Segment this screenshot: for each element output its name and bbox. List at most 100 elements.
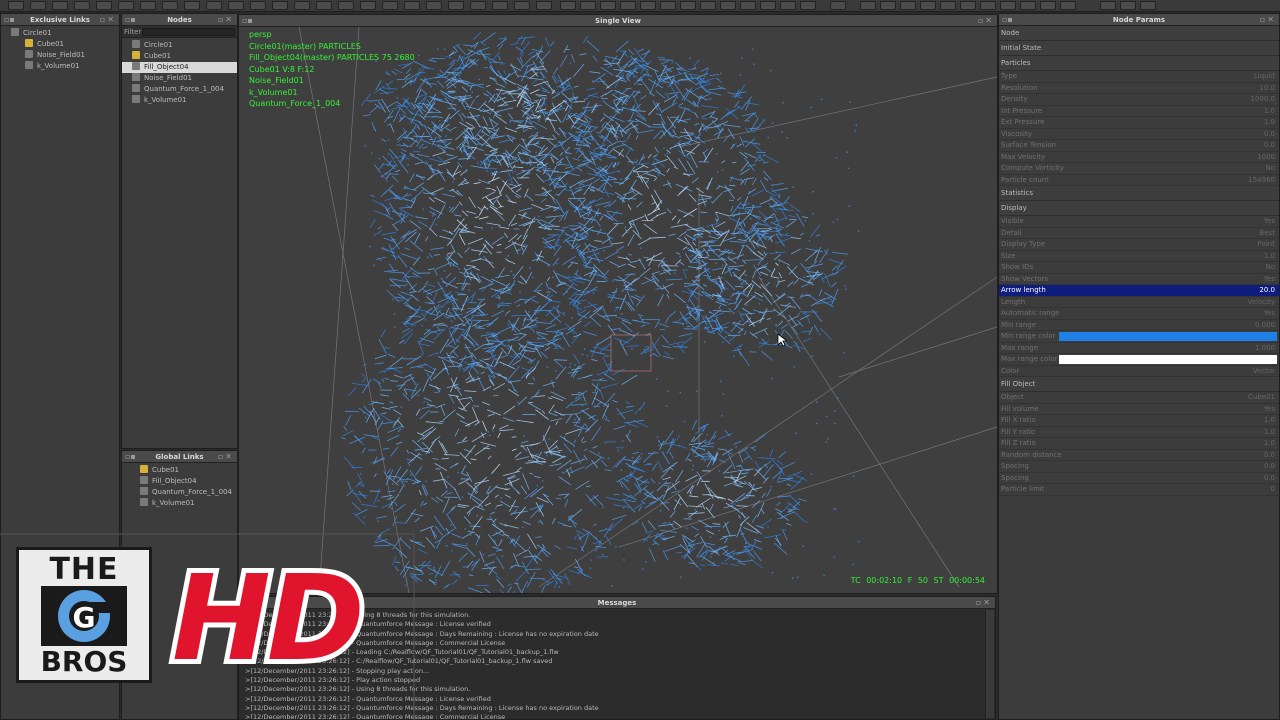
param-row[interactable]: Density 1000.0 — [999, 94, 1279, 106]
param-value[interactable]: No — [1265, 163, 1275, 175]
panel-window-controls[interactable]: ▫✕ — [978, 16, 994, 25]
color-swatch[interactable] — [1059, 355, 1277, 364]
toolbar-button[interactable] — [426, 1, 442, 10]
toolbar-button[interactable] — [640, 1, 656, 10]
param-row[interactable]: Arrow length 20.0 — [999, 285, 1279, 297]
param-row[interactable]: Max Velocity 1000 — [999, 152, 1279, 163]
param-value[interactable]: Yes — [1264, 274, 1275, 286]
param-value[interactable]: Point — [1258, 239, 1275, 251]
param-value[interactable]: 1.0 — [1264, 427, 1275, 439]
param-row[interactable]: Detail Best — [999, 228, 1279, 240]
panel-window-controls[interactable]: ▫✕ — [218, 452, 234, 461]
param-value[interactable]: 0 — [1271, 484, 1275, 496]
filter-input[interactable] — [142, 28, 235, 36]
param-value[interactable]: Liquid — [1254, 71, 1275, 83]
toolbar-button[interactable] — [1140, 1, 1156, 10]
global-link-item[interactable]: k_Volume01 — [122, 498, 237, 509]
param-row[interactable]: Fill X ratio 1.0 — [999, 415, 1279, 427]
toolbar-button[interactable] — [536, 1, 552, 10]
node-list-item[interactable]: Fill_Object04 — [122, 62, 237, 73]
toolbar-button[interactable] — [52, 1, 68, 10]
toolbar-button[interactable] — [720, 1, 736, 10]
param-row[interactable]: Random distance 0.0 — [999, 450, 1279, 461]
toolbar-button[interactable] — [680, 1, 696, 10]
param-value[interactable]: 0.0 — [1264, 461, 1275, 473]
toolbar-button[interactable] — [514, 1, 530, 10]
global-link-item[interactable]: Fill_Object04 — [122, 476, 237, 487]
toolbar-button[interactable] — [184, 1, 200, 10]
param-row[interactable]: Spacing 0.0 — [999, 461, 1279, 473]
param-row[interactable]: Int Pressure 1.0 — [999, 106, 1279, 118]
toolbar-button[interactable] — [940, 1, 956, 10]
toolbar-button[interactable] — [660, 1, 676, 10]
param-row[interactable]: Min range color — [999, 331, 1279, 343]
params-section-header[interactable]: Particles — [999, 56, 1279, 71]
toolbar-button[interactable] — [30, 1, 46, 10]
param-value[interactable]: 1.0 — [1264, 106, 1275, 118]
toolbar-button[interactable] — [360, 1, 376, 10]
param-row[interactable]: Min range 0.000 — [999, 320, 1279, 332]
toolbar-button[interactable] — [1120, 1, 1136, 10]
global-link-item[interactable]: Quantum_Force_1_004 — [122, 487, 237, 498]
toolbar-button[interactable] — [1040, 1, 1056, 10]
param-row[interactable]: Object Cube01 — [999, 392, 1279, 404]
param-value[interactable]: 0.000 — [1255, 320, 1275, 332]
toolbar-button[interactable] — [980, 1, 996, 10]
param-row[interactable]: Show IDs No — [999, 262, 1279, 274]
param-value[interactable]: Vector — [1253, 366, 1275, 378]
param-value[interactable]: 0.0 — [1264, 129, 1275, 141]
toolbar-button[interactable] — [162, 1, 178, 10]
param-value[interactable]: 1000.0 — [1251, 94, 1276, 106]
param-value[interactable]: Yes — [1264, 308, 1275, 320]
param-row[interactable]: Type Liquid — [999, 71, 1279, 83]
node-list-item[interactable]: k_Volume01 — [122, 95, 237, 106]
toolbar-button[interactable] — [740, 1, 756, 10]
param-row[interactable]: Ext Pressure 1.0 — [999, 117, 1279, 129]
toolbar-button[interactable] — [600, 1, 616, 10]
exclusive-link-item[interactable]: k_Volume01 — [1, 61, 119, 72]
toolbar-button[interactable] — [404, 1, 420, 10]
param-row[interactable]: Display Type Point — [999, 239, 1279, 251]
param-row[interactable]: Resolution 10.0 — [999, 83, 1279, 95]
toolbar-button[interactable] — [830, 1, 846, 10]
params-section-header[interactable]: Node — [999, 26, 1279, 41]
messages-scrollbar[interactable] — [985, 610, 994, 718]
toolbar-button[interactable] — [492, 1, 508, 10]
toolbar-button[interactable] — [960, 1, 976, 10]
toolbar-button[interactable] — [118, 1, 134, 10]
param-value[interactable]: 0.0 — [1264, 140, 1275, 152]
global-link-item[interactable]: Cube01 — [122, 465, 237, 476]
toolbar-button[interactable] — [1100, 1, 1116, 10]
params-section-header[interactable]: Display — [999, 201, 1279, 216]
param-value[interactable]: Best — [1259, 228, 1275, 240]
node-list-item[interactable]: Circle01 — [122, 40, 237, 51]
toolbar-button[interactable] — [228, 1, 244, 10]
toolbar-button[interactable] — [470, 1, 486, 10]
param-row[interactable]: Size 1.0 — [999, 251, 1279, 263]
param-row[interactable]: Viscosity 0.0 — [999, 129, 1279, 141]
param-row[interactable]: Show Vectors Yes — [999, 274, 1279, 286]
toolbar-button[interactable] — [294, 1, 310, 10]
param-value[interactable]: 10.0 — [1259, 83, 1275, 95]
toolbar-button[interactable] — [448, 1, 464, 10]
param-value[interactable]: Yes — [1264, 216, 1275, 228]
param-value[interactable]: 1.0 — [1264, 117, 1275, 129]
param-row[interactable]: Color Vector — [999, 366, 1279, 378]
panel-window-controls[interactable]: ▫✕ — [1260, 15, 1276, 24]
param-value[interactable]: 1.000 — [1255, 343, 1275, 355]
toolbar-button[interactable] — [8, 1, 24, 10]
toolbar-button[interactable] — [920, 1, 936, 10]
panel-window-controls[interactable]: ▫✕ — [218, 15, 234, 24]
param-row[interactable]: Fill volume Yes — [999, 404, 1279, 416]
toolbar-button[interactable] — [900, 1, 916, 10]
param-row[interactable]: Particle limit 0 — [999, 484, 1279, 496]
param-row[interactable]: Length Velocity — [999, 297, 1279, 308]
param-value[interactable]: Yes — [1264, 404, 1275, 416]
param-value[interactable]: Cube01 — [1248, 392, 1275, 404]
exclusive-link-item[interactable]: Circle01 — [1, 28, 119, 39]
param-row[interactable]: Surface Tension 0.0 — [999, 140, 1279, 152]
param-value[interactable]: 1.0 — [1264, 251, 1275, 263]
toolbar-button[interactable] — [860, 1, 876, 10]
param-row[interactable]: Max range color — [999, 354, 1279, 366]
node-list-item[interactable]: Quantum_Force_1_004 — [122, 84, 237, 95]
